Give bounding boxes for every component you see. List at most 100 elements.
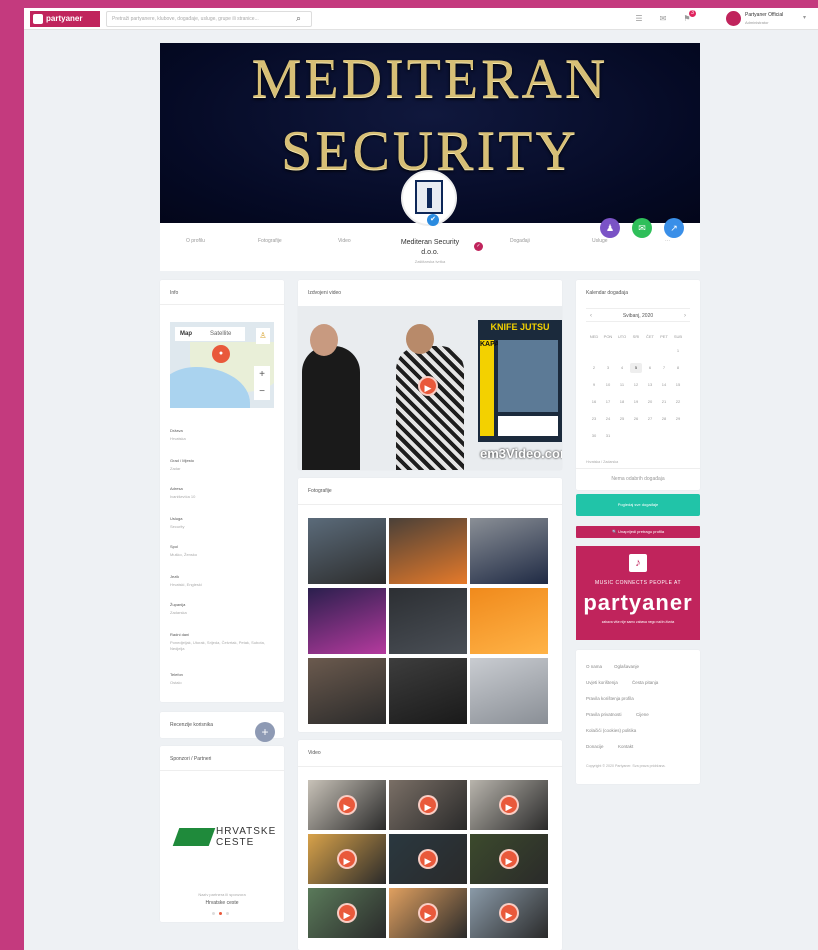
video-thumbnail[interactable]: ▶ (308, 780, 386, 830)
footer-link[interactable]: Cijene (636, 712, 649, 717)
play-icon[interactable]: ▶ (418, 376, 438, 396)
photo-thumbnail[interactable] (308, 658, 386, 724)
play-icon[interactable]: ▶ (499, 903, 519, 923)
photo-thumbnail[interactable] (470, 518, 548, 584)
message-button[interactable]: ✉ (632, 218, 652, 238)
zoom-in-icon[interactable]: + (254, 366, 270, 383)
play-icon[interactable]: ▶ (337, 903, 357, 923)
play-icon[interactable]: ▶ (499, 849, 519, 869)
photo-thumbnail[interactable] (308, 518, 386, 584)
play-icon[interactable]: ▶ (337, 849, 357, 869)
photo-thumbnail[interactable] (470, 658, 548, 724)
calendar-day[interactable]: 30 (588, 431, 600, 441)
photo-thumbnail[interactable] (470, 588, 548, 654)
search-input[interactable]: Pretraži partyanere, klubove, događaje, … (106, 11, 312, 27)
calendar-day[interactable]: 15 (672, 380, 684, 390)
list-icon[interactable]: ☰ (634, 14, 644, 24)
calendar-day[interactable]: 31 (602, 431, 614, 441)
calendar-day[interactable]: 27 (644, 414, 656, 424)
calendar-day[interactable]: 21 (658, 397, 670, 407)
user-avatar[interactable] (726, 11, 741, 26)
carousel-dot[interactable] (212, 912, 215, 915)
calendar-day[interactable]: 3 (602, 363, 614, 373)
calendar-day[interactable]: 6 (644, 363, 656, 373)
add-review-button[interactable]: + (255, 722, 275, 742)
calendar-day[interactable]: 16 (588, 397, 600, 407)
video-thumbnail[interactable]: ▶ (389, 780, 467, 830)
map-marker-icon[interactable]: ● (212, 345, 230, 363)
calendar-day[interactable]: 1 (672, 346, 684, 356)
video-thumbnail[interactable]: ▶ (308, 834, 386, 884)
calendar-day[interactable]: 12 (630, 380, 642, 390)
video-thumbnail[interactable]: ▶ (308, 888, 386, 938)
footer-link[interactable]: Pravila privatnosti (586, 712, 622, 717)
footer-link[interactable]: Donacije (586, 744, 604, 749)
video-thumbnail[interactable]: ▶ (389, 834, 467, 884)
video-thumbnail[interactable]: ▶ (470, 834, 548, 884)
prev-month-icon[interactable]: ‹ (590, 309, 592, 323)
location-map[interactable]: Map Satellite ♙ ● + − (170, 322, 274, 408)
calendar-day[interactable]: 7 (658, 363, 670, 373)
video-thumbnail[interactable]: ▶ (389, 888, 467, 938)
calendar-day[interactable]: 17 (602, 397, 614, 407)
play-icon[interactable]: ▶ (337, 795, 357, 815)
share-button[interactable]: ↗ (664, 218, 684, 238)
promote-profile-button[interactable]: 🔍 Unaprijedi pretragu profila (576, 526, 700, 538)
map-zoom-control[interactable]: + − (254, 366, 270, 400)
photo-thumbnail[interactable] (389, 588, 467, 654)
footer-link[interactable]: Oglašavanje (614, 664, 639, 669)
calendar-day[interactable]: 28 (658, 414, 670, 424)
calendar-day[interactable]: 5 (630, 363, 642, 373)
photo-thumbnail[interactable] (308, 588, 386, 654)
calendar-day[interactable]: 25 (616, 414, 628, 424)
photo-thumbnail[interactable] (389, 658, 467, 724)
street-view-icon[interactable]: ♙ (256, 328, 270, 344)
logo[interactable]: partyaner (30, 11, 100, 27)
video-thumbnail[interactable]: ▶ (470, 888, 548, 938)
partyaner-promo-banner[interactable]: ♪ MUSIC CONNECTS PEOPLE AT partyaner zab… (576, 546, 700, 640)
calendar-day[interactable]: 4 (616, 363, 628, 373)
footer-link[interactable]: O nama (586, 664, 602, 669)
carousel-dot-active[interactable] (219, 912, 222, 915)
carousel-dot[interactable] (226, 912, 229, 915)
search-icon[interactable]: ⌕ (296, 13, 308, 25)
calendar-day[interactable]: 13 (644, 380, 656, 390)
photo-thumbnail[interactable] (389, 518, 467, 584)
footer-link[interactable]: Kolačići (cookies) politika (586, 728, 636, 733)
footer-link[interactable]: Kontakt (618, 744, 633, 749)
calendar-day[interactable]: 2 (588, 363, 600, 373)
calendar-day[interactable]: 10 (602, 380, 614, 390)
calendar-day[interactable]: 23 (588, 414, 600, 424)
play-icon[interactable]: ▶ (418, 849, 438, 869)
next-month-icon[interactable]: › (684, 309, 686, 323)
zoom-out-icon[interactable]: − (254, 383, 270, 400)
footer-link[interactable]: Uvjeti korištenja (586, 680, 618, 685)
calendar-day[interactable]: 18 (616, 397, 628, 407)
calendar-day[interactable]: 14 (658, 380, 670, 390)
calendar-day[interactable]: 19 (630, 397, 642, 407)
calendar-day[interactable]: 24 (602, 414, 614, 424)
map-tab-map[interactable]: Map (175, 327, 197, 341)
calendar-day[interactable]: 11 (616, 380, 628, 390)
calendar-day[interactable]: 29 (672, 414, 684, 424)
view-all-events-button[interactable]: Pogledaj sve događaje (576, 494, 700, 516)
calendar-day[interactable]: 9 (588, 380, 600, 390)
sponsor-name[interactable]: Hrvatske ceste (160, 900, 284, 906)
calendar-day[interactable]: 20 (644, 397, 656, 407)
map-tab-satellite[interactable]: Satellite (205, 327, 236, 341)
user-name[interactable]: Partyaner Official (745, 12, 783, 18)
sponsor-logo[interactable]: HRVATSKE CESTE (172, 826, 275, 848)
calendar-day[interactable]: 26 (630, 414, 642, 424)
calendar-day[interactable]: 22 (672, 397, 684, 407)
play-icon[interactable]: ▶ (418, 903, 438, 923)
messages-icon[interactable]: ✉ (658, 14, 668, 24)
calendar-day[interactable]: 8 (672, 363, 684, 373)
video-thumbnail[interactable]: ▶ (470, 780, 548, 830)
chevron-down-icon[interactable]: ▾ (803, 14, 806, 21)
play-icon[interactable]: ▶ (418, 795, 438, 815)
footer-link[interactable]: Česta pitanja (632, 680, 658, 685)
add-friend-button[interactable]: ♟ (600, 218, 620, 238)
play-icon[interactable]: ▶ (499, 795, 519, 815)
footer-link[interactable]: Pravila korištenja profila (586, 696, 634, 701)
featured-video[interactable]: KNIFE JUTSU KAPAP em3Video.com ▶ (298, 306, 562, 470)
